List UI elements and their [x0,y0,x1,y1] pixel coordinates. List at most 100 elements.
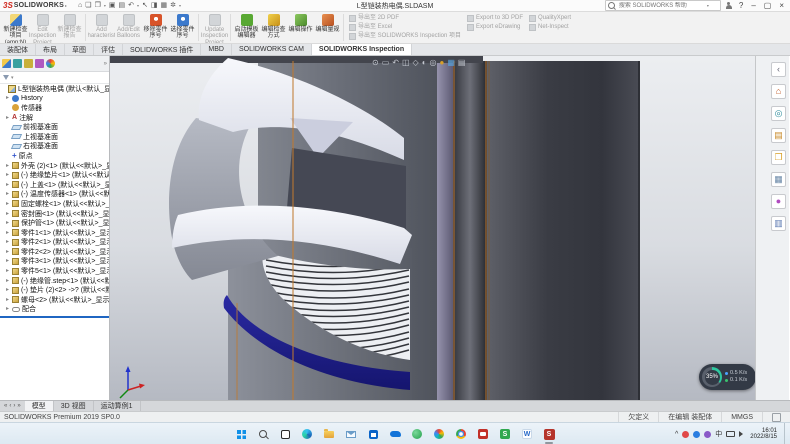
new-document-icon[interactable]: ❏ [85,2,91,9]
red-app-button[interactable] [475,424,491,444]
net-inspect-button[interactable]: Net-Inspect [529,23,571,31]
tab-addins[interactable]: SOLIDWORKS 插件 [123,44,201,55]
new-inspection-report-button[interactable]: 新建检查报告 [56,12,83,43]
design-library-icon[interactable]: ▤ [771,128,786,143]
speed-ball-widget[interactable]: 35% 0.5 K/s 0.1 K/s [699,364,755,390]
options-gear-icon[interactable]: ✲ [170,2,176,9]
edit-operations-button[interactable]: 编辑操作 [287,12,314,43]
first-tab-icon[interactable]: « [4,403,7,409]
solidworks-resources-icon[interactable]: ◎ [771,106,786,121]
chrome-button[interactable] [453,424,469,444]
tree-item-component[interactable]: ▸ (-) 上盖<1> (默认<<默认>_显示状 [0,180,109,190]
rebuild-traffic-light-icon[interactable]: ◨ [151,2,158,9]
tree-item-component[interactable]: ▸ 零件1<1> (默认<<默认>_显示状态 [0,228,109,238]
tree-item-component[interactable]: ▸ (-) 绝缘垫片<1> (默认<<默认>_显 [0,170,109,180]
view-settings-icon[interactable]: ▤ [458,59,466,67]
menu-expand-arrow-icon[interactable]: ▸ [65,3,67,8]
tab-layout[interactable]: 布局 [36,44,65,55]
tree-item-history[interactable]: ▸ History [0,94,109,104]
tree-item-origin[interactable]: + 原点 [0,151,109,161]
tree-item-right-plane[interactable]: 右视基准面 [0,142,109,152]
tray-app-purple-icon[interactable] [704,431,711,438]
tab-overflow-icon[interactable]: » [104,61,107,67]
display-tray-icon[interactable] [726,431,735,437]
new-inspection-project-button[interactable]: 新建检查项目 (amp;N) [2,12,29,43]
filter-caret-icon[interactable]: ▾ [11,75,14,81]
3d-model-canvas[interactable] [110,56,755,400]
display-style-icon[interactable]: ◐ [422,59,427,67]
home-icon[interactable]: ⌂ [78,2,82,9]
tree-item-component[interactable]: ▸ 密封圈<1> (默认<<默认>_显示状 [0,209,109,219]
tray-app-blue-icon[interactable] [693,431,700,438]
add-characteristic-button[interactable]: Add Characteristic [88,12,115,43]
units-selector[interactable]: MMGS [721,412,762,422]
previous-view-icon[interactable]: ↶ [392,59,399,67]
edit-appearance-icon[interactable]: ● [440,59,445,67]
tree-item-assembly-root[interactable]: L型铠装热电偶 (默认<默认_显示状态-1 [0,84,109,94]
qualityxpert-button[interactable]: QualityXpert [529,14,571,22]
view-palette-icon[interactable]: ▦ [771,172,786,187]
tree-item-component[interactable]: ▸ 外壳 (2)<1> (默认<<默认>_显示状 [0,161,109,171]
search-caret-icon[interactable]: ▾ [707,3,709,8]
tree-item-annotations[interactable]: ▸ A 注解 [0,113,109,123]
edit-gauges-button[interactable]: 编辑量规 [314,12,341,43]
zoom-to-fit-icon[interactable]: ⊙ [372,59,379,67]
close-button[interactable]: × [777,2,786,10]
display-grid-icon[interactable]: ▦ [161,2,168,9]
tree-item-front-plane[interactable]: 前视基准面 [0,122,109,132]
tree-item-component[interactable]: ▸ (-) 绝缘管.step<1> (默认<<默认> [0,276,109,286]
microsoft-store-button[interactable] [365,424,381,444]
tree-item-component[interactable]: ▸ 固定螺栓<1> (默认<<默认>_显示 [0,199,109,209]
tree-item-component[interactable]: ▸ 保护管<1> (默认<<默认>_显示状 [0,218,109,228]
section-view-icon[interactable]: ◫ [402,59,410,67]
doc-tab-model[interactable]: 模型 [25,401,54,411]
collapse-chevron-icon[interactable]: ‹ [771,62,786,77]
tree-item-top-plane[interactable]: 上视基准面 [0,132,109,142]
tree-item-component[interactable]: ▸ (-) 温度传感器<1> (默认<<默认>_ [0,190,109,200]
status-tag-icon-wrap[interactable] [762,412,790,422]
remove-balloons-button[interactable]: 移除零件序号 [142,12,169,43]
print-icon[interactable]: ▤ [118,2,125,9]
file-explorer-icon[interactable]: ❐ [771,150,786,165]
featuremanager-tab-icon[interactable] [2,59,11,68]
tab-assembly[interactable]: 装配体 [0,44,36,55]
displaymanager-tab-icon[interactable] [46,59,55,68]
taskbar-search-button[interactable] [255,424,271,444]
edit-inspection-project-button[interactable]: Edit Inspection Project [29,12,56,43]
tab-solidworks-cam[interactable]: SOLIDWORKS CAM [232,44,312,55]
browser-green-button[interactable] [409,424,425,444]
appearances-scenes-icon[interactable]: ● [771,194,786,209]
add-edit-balloons-button[interactable]: Add/Edit Balloons [115,12,142,43]
show-desktop-button[interactable] [784,423,787,444]
propertymanager-tab-icon[interactable] [13,59,22,68]
undo-icon[interactable]: ↶ [128,2,134,9]
tree-item-component[interactable]: ▸ 零件2<1> (默认<<默认>_显示状态 [0,238,109,248]
3d-viewport[interactable]: ⊙ ▭ ↶ ◫ ◇ ◐ ◎ ● ▦ ▤ 35% 0.5 K/s [110,56,755,400]
doc-tab-3d-views[interactable]: 3D 视图 [54,401,94,411]
open-icon[interactable]: ❐ [95,2,101,9]
tree-item-component[interactable]: ▸ 零件5<1> (默认<<默认>_显示状态 [0,266,109,276]
home-tab-icon[interactable]: ⌂ [771,84,786,99]
doc-tab-motion-study[interactable]: 运动算例1 [94,401,141,411]
undo-caret-icon[interactable]: ▾ [137,2,139,9]
help-search-box[interactable]: ▾ [605,0,721,11]
tree-item-component[interactable]: ▸ 零件3<1> (默认<<默认>_显示状态 [0,257,109,267]
export-edrawing-button[interactable]: Export eDrawing [467,23,523,31]
search-input[interactable] [617,2,705,10]
filter-funnel-icon[interactable] [3,75,9,80]
speaker-icon[interactable] [739,431,746,437]
next-tab-icon[interactable]: › [13,403,15,409]
export-excel-button[interactable]: 导出至 Excel [349,23,461,31]
last-tab-icon[interactable]: » [17,403,20,409]
tab-solidworks-inspection[interactable]: SOLIDWORKS Inspection [312,44,412,55]
open-caret-icon[interactable]: ▾ [104,2,106,9]
restore-button[interactable]: ▢ [762,2,774,10]
select-balloons-button[interactable]: 选择零件序号 [169,12,196,43]
taskbar-clock[interactable]: 16:01 2022/8/15 [750,428,777,441]
custom-properties-icon[interactable]: ▥ [771,216,786,231]
zoom-to-area-icon[interactable]: ▭ [382,59,390,67]
tree-splitter-bar[interactable] [0,316,109,318]
save-icon[interactable]: ▣ [109,2,116,9]
export-inspection-project-button[interactable]: 导出至 SOLIDWORKS Inspection 项目 [349,32,461,40]
browser-pinwheel-button[interactable] [431,424,447,444]
